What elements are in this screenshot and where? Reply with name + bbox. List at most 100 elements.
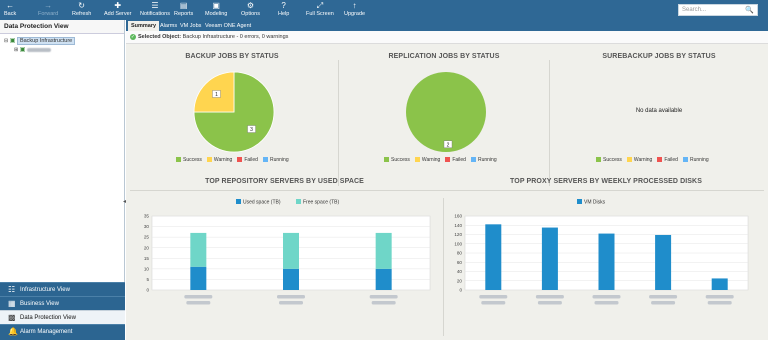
bar-used-space-tb-[interactable]	[375, 268, 392, 290]
pie-data-label: 1	[212, 90, 221, 98]
y-tick-label: 15	[144, 256, 150, 261]
server-status-icon: ▣	[19, 47, 26, 53]
legend-swatch	[657, 157, 663, 163]
legend-item-failed[interactable]: Failed	[657, 157, 678, 163]
options-button[interactable]: ⚙ Options	[241, 1, 260, 19]
backup-status-legend: Success Warning Failed Running	[176, 157, 294, 163]
tab-summary[interactable]: Summary	[128, 21, 160, 31]
section-divider	[130, 190, 764, 191]
legend-label: Running	[269, 157, 289, 163]
tree-folder-icon: ▣	[9, 38, 16, 44]
x-category-label-redacted	[277, 295, 305, 299]
proxy-servers-title: TOP PROXY SERVERS BY WEEKLY PROCESSED DI…	[510, 178, 702, 185]
legend-item-success[interactable]: Success	[176, 157, 202, 163]
selected-object-bar: ✓ Selected Object: Backup Infrastructure …	[126, 31, 768, 44]
legend-item-running[interactable]: Running	[682, 157, 709, 163]
y-tick-label: 140	[454, 223, 462, 228]
tree-node-backup-infrastructure[interactable]: ⊟ ▣ Backup Infrastructure	[4, 37, 76, 45]
legend-item-failed[interactable]: Failed	[237, 157, 258, 163]
legend-item-free-space-tb-[interactable]: Free space (TB)	[296, 199, 339, 206]
pie-data-label: 3	[247, 125, 256, 133]
legend-item-warning[interactable]: Warning	[626, 157, 652, 163]
toolbar-button-label: Modeling	[205, 11, 228, 17]
nav-business-view[interactable]: ▦ Business View	[0, 296, 125, 310]
left-panel-title: Data Protection View	[0, 20, 124, 34]
y-tick-label: 20	[457, 278, 463, 283]
add-server-icon: ✚	[114, 1, 122, 10]
legend-item-success[interactable]: Success	[596, 157, 622, 163]
reports-button[interactable]: ▤ Reports	[174, 1, 193, 19]
nav-label: Alarm Management	[20, 329, 73, 335]
nav-alarm-management[interactable]: 🔔 Alarm Management	[0, 324, 125, 340]
forward-button[interactable]: → Forward	[38, 1, 58, 19]
x-category-label-redacted	[705, 295, 734, 299]
notifications-button[interactable]: ☰ Notifications	[140, 1, 170, 19]
x-category-label-redacted	[537, 301, 562, 305]
bar-vm-disks[interactable]	[541, 227, 558, 290]
nav-infrastructure-view[interactable]: ☷ Infrastructure View	[0, 282, 125, 296]
bar-free-space-tb-[interactable]	[190, 232, 207, 267]
y-tick-label: 60	[457, 260, 463, 265]
tree-root-label: Backup Infrastructure	[16, 37, 76, 45]
nav-data-protection-view[interactable]: ▩ Data Protection View	[0, 310, 125, 324]
toolbar-button-label: Help	[278, 11, 290, 17]
expand-tree-icon[interactable]: ⊞	[14, 47, 18, 53]
bar-vm-disks[interactable]	[485, 224, 502, 290]
legend-label: Used space (TB)	[243, 200, 281, 206]
bar-vm-disks[interactable]	[655, 234, 672, 290]
upgrade-button[interactable]: ↑ Upgrade	[344, 1, 365, 19]
y-tick-label: 40	[457, 269, 463, 274]
toolbar-button-label: Notifications	[140, 11, 170, 17]
legend-item-used-space-tb-[interactable]: Used space (TB)	[236, 199, 281, 206]
business-icon: ▦	[8, 299, 16, 308]
surebackup-no-data: No data available	[635, 108, 683, 114]
bar-vm-disks[interactable]	[711, 278, 728, 290]
x-category-label-redacted	[594, 301, 619, 305]
bar-vm-disks[interactable]	[598, 233, 615, 290]
legend-swatch	[262, 157, 268, 163]
legend-item-running[interactable]: Running	[262, 157, 289, 163]
pie-slice-success[interactable]	[406, 72, 486, 152]
add-server-button[interactable]: ✚ Add Server	[104, 1, 132, 19]
data-protection-icon: ▩	[8, 313, 16, 322]
options-icon: ⚙	[246, 1, 255, 10]
bar-free-space-tb-[interactable]	[283, 232, 299, 269]
bar-used-space-tb-[interactable]	[190, 266, 207, 290]
search-input[interactable]: Search... 🔍	[678, 4, 758, 16]
back-arrow-icon: ←	[6, 1, 15, 10]
legend-item-success[interactable]: Success	[384, 157, 410, 163]
legend-label: Free space (TB)	[303, 200, 339, 206]
legend-label: Running	[477, 157, 497, 163]
x-category-label-redacted	[369, 295, 398, 299]
legend-item-vm-disks[interactable]: VM Disks	[577, 199, 606, 206]
tab-vm-jobs[interactable]: VM Jobs	[177, 21, 204, 31]
surebackup-jobs-title: SUREBACKUP JOBS BY STATUS	[602, 53, 716, 60]
tab-veeam-one-agent[interactable]: Veeam ONE Agent	[202, 21, 254, 31]
legend-item-warning[interactable]: Warning	[206, 157, 232, 163]
panel-divider	[338, 60, 339, 186]
y-tick-label: 5	[146, 277, 149, 282]
refresh-icon: ↻	[78, 1, 85, 10]
modeling-button[interactable]: ▣ Modeling	[205, 1, 227, 19]
legend-swatch	[414, 157, 420, 163]
x-category-label-redacted	[371, 301, 396, 305]
x-category-label-redacted	[707, 301, 732, 305]
refresh-button[interactable]: ↻ Refresh	[72, 1, 91, 19]
backup-jobs-title: BACKUP JOBS BY STATUS	[185, 53, 279, 60]
backup-jobs-pie-chart: 31	[193, 71, 275, 153]
back-button[interactable]: ← Back	[4, 1, 16, 19]
upgrade-icon: ↑	[352, 1, 357, 10]
bar-used-space-tb-[interactable]	[283, 268, 299, 290]
tree-node-server[interactable]: ⊞ ▣	[14, 46, 51, 53]
nav-label: Infrastructure View	[20, 287, 70, 293]
full-screen-button[interactable]: ⤢ Full Screen	[306, 1, 334, 19]
legend-item-warning[interactable]: Warning	[414, 157, 440, 163]
legend-swatch	[236, 199, 241, 204]
y-tick-label: 0	[459, 288, 462, 293]
help-button[interactable]: ? Help	[278, 1, 289, 19]
bar-free-space-tb-[interactable]	[375, 232, 392, 269]
collapse-tree-icon[interactable]: ⊟	[4, 38, 8, 44]
legend-item-running[interactable]: Running	[470, 157, 497, 163]
legend-item-failed[interactable]: Failed	[445, 157, 466, 163]
server-name-redacted	[26, 47, 51, 52]
